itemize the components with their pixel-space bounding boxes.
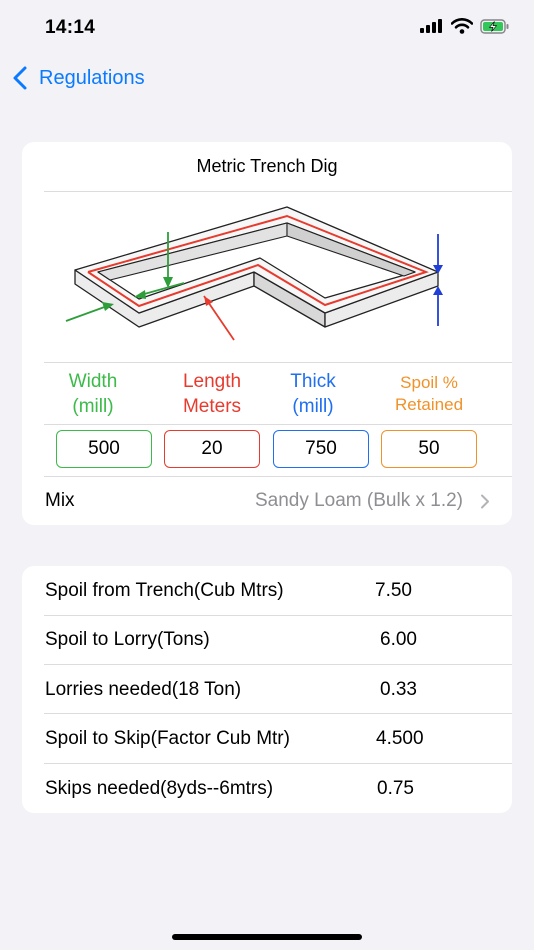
status-icons bbox=[420, 18, 510, 34]
spoil-to-lorry-label: Spoil to Lorry(Tons) bbox=[45, 629, 210, 650]
spoil-retained-input[interactable] bbox=[381, 430, 477, 468]
chevron-left-icon bbox=[13, 66, 27, 90]
lorries-needed-value: 0.33 bbox=[380, 679, 417, 700]
result-row: Spoil to Lorry(Tons) 6.00 bbox=[22, 615, 512, 664]
width-input[interactable] bbox=[56, 430, 152, 468]
mix-label: Mix bbox=[45, 490, 75, 511]
result-row: Spoil to Skip(Factor Cub Mtr) 4.500 bbox=[22, 714, 512, 763]
back-label: Regulations bbox=[39, 66, 145, 89]
lorries-needed-label: Lorries needed(18 Ton) bbox=[45, 679, 242, 700]
field-inputs bbox=[22, 430, 512, 472]
battery-charging-icon bbox=[480, 18, 509, 34]
length-input[interactable] bbox=[164, 430, 260, 468]
trench-diagram bbox=[65, 206, 443, 341]
spoil-retained-label: Spoil % Retained bbox=[394, 373, 464, 414]
mix-row[interactable]: Mix Sandy Loam (Bulk x 1.2) bbox=[22, 477, 512, 525]
skips-needed-label: Skips needed(8yds--6mtrs) bbox=[45, 778, 274, 799]
trench-title: Metric Trench Dig bbox=[196, 156, 338, 176]
thick-input[interactable] bbox=[273, 430, 369, 468]
signal-icon bbox=[420, 19, 442, 33]
trench-inner-wall-right bbox=[286, 222, 416, 277]
spoil-from-trench-label: Spoil from Trench(Cub Mtrs) bbox=[45, 580, 284, 601]
result-row: Skips needed(8yds--6mtrs) 0.75 bbox=[22, 764, 512, 813]
spoil-to-lorry-value: 6.00 bbox=[380, 629, 417, 650]
spoil-to-skip-label: Spoil to Skip(Factor Cub Mtr) bbox=[45, 728, 290, 749]
spoil-from-trench-value: 7.50 bbox=[375, 580, 412, 601]
skips-needed-value: 0.75 bbox=[377, 778, 414, 799]
status-time: 14:14 bbox=[45, 17, 96, 38]
field-labels: Width (mill) Length Meters Thick (mill) Spo… bbox=[22, 364, 512, 424]
results-card: Spoil from Trench(Cub Mtrs) 7.50 Spoil t… bbox=[22, 566, 512, 813]
trench-card: Metric Trench Dig Width (mill) Length Me… bbox=[22, 142, 512, 525]
result-row: Lorries needed(18 Ton) 0.33 bbox=[22, 665, 512, 714]
result-row: Spoil from Trench(Cub Mtrs) 7.50 bbox=[22, 566, 512, 615]
divider bbox=[44, 424, 512, 425]
spoil-to-skip-value: 4.500 bbox=[376, 728, 424, 749]
length-label: Length Meters bbox=[182, 371, 242, 417]
mix-value: Sandy Loam (Bulk x 1.2) bbox=[254, 490, 463, 511]
chevron-right-icon bbox=[481, 494, 489, 509]
back-button[interactable]: Regulations bbox=[10, 62, 145, 94]
wifi-icon bbox=[451, 18, 473, 34]
home-indicator[interactable] bbox=[172, 934, 362, 940]
width-label: Width (mill) bbox=[68, 371, 118, 417]
thick-label: Thick (mill) bbox=[290, 371, 336, 417]
status-bar: 14:14 bbox=[0, 0, 534, 56]
divider bbox=[44, 362, 512, 363]
